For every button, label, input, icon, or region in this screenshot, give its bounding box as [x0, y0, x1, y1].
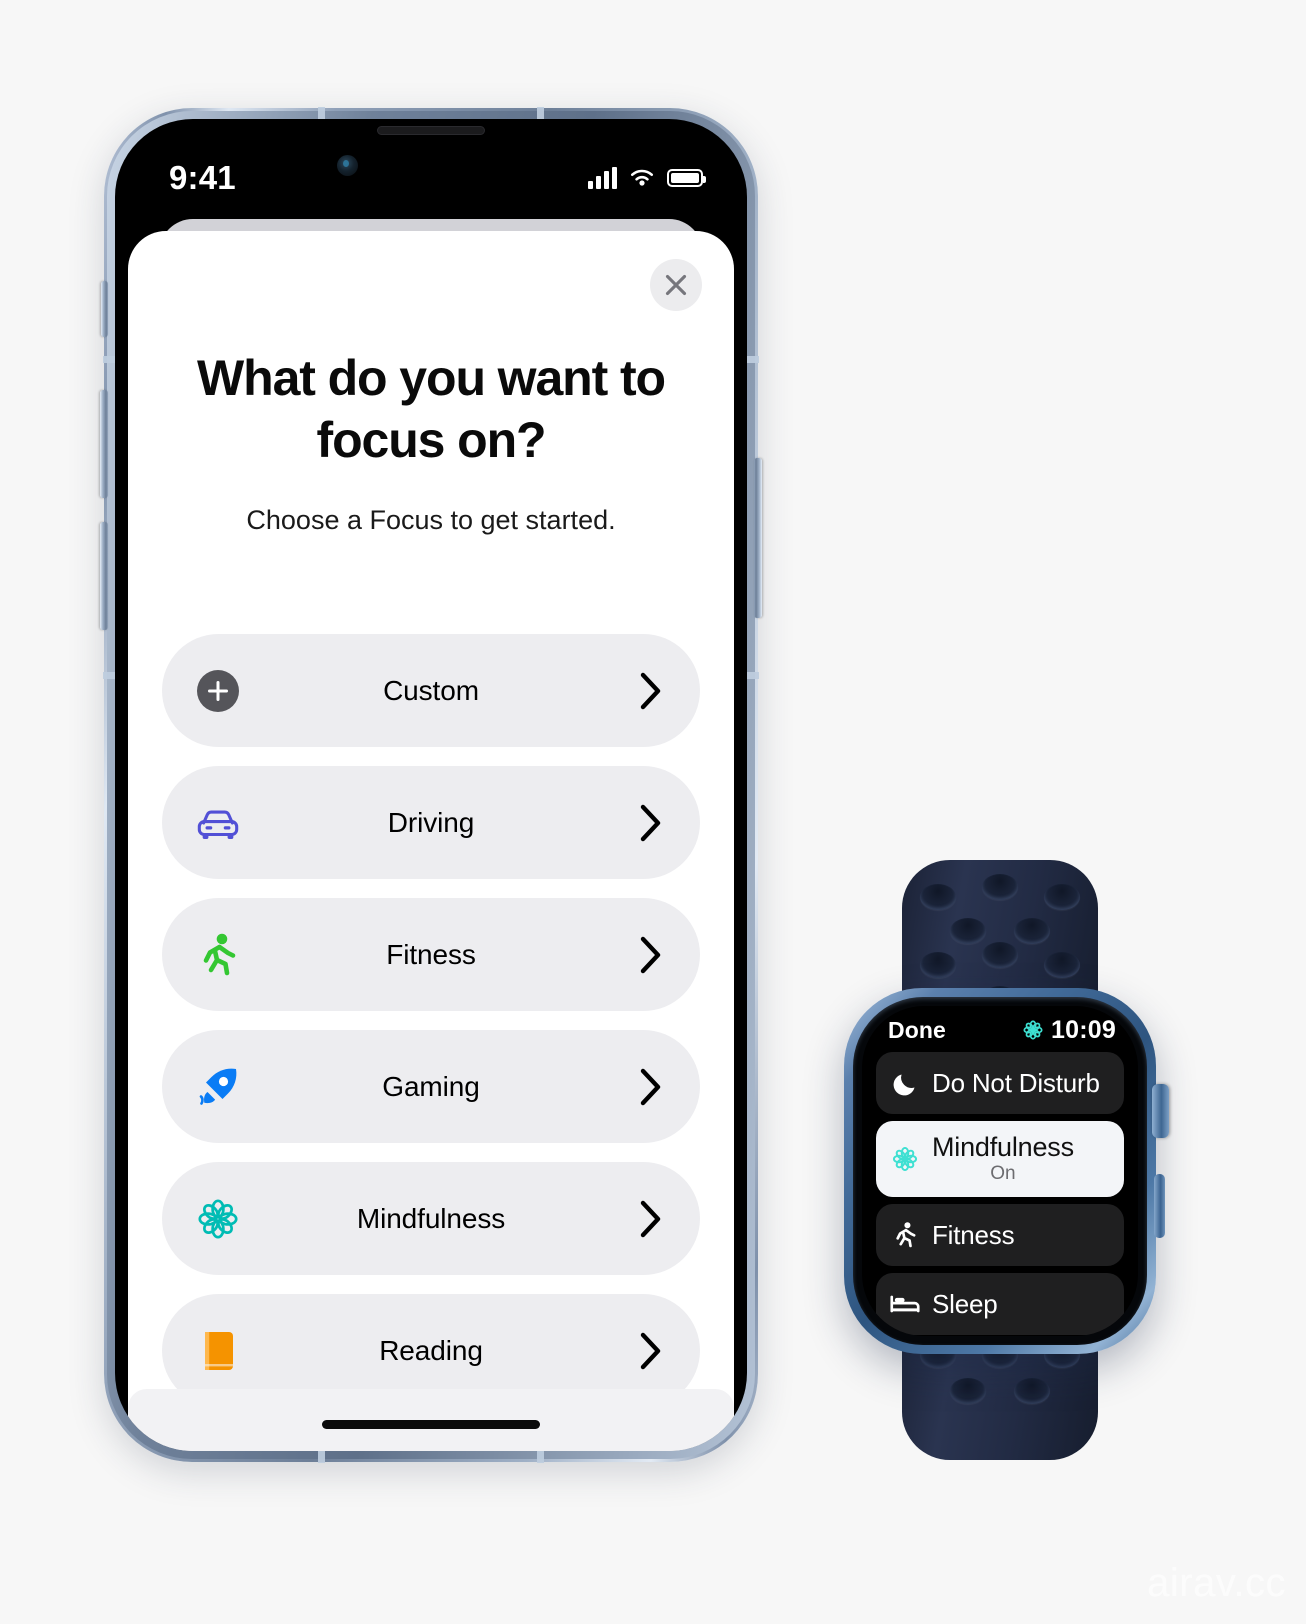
bed-icon — [890, 1289, 920, 1319]
page-subtitle: Choose a Focus to get started. — [246, 505, 616, 535]
watch-time-group: 10:09 — [1022, 1016, 1116, 1045]
watch-row-label: Do Not Disturb — [932, 1067, 1100, 1098]
antenna-line — [537, 1450, 544, 1463]
watch-row-label: Fitness — [932, 1219, 1015, 1250]
earpiece-speaker-icon — [377, 126, 485, 135]
antenna-line — [318, 1450, 325, 1463]
volume-down-button[interactable] — [100, 522, 108, 630]
site-watermark: airav.cc — [1147, 1561, 1286, 1605]
watch-bezel: Done 10:09 Do Not Disturb Mindfulness On… — [853, 997, 1147, 1345]
focus-option-mindfulness[interactable]: Mindfulness — [162, 1162, 700, 1276]
antenna-line — [746, 672, 759, 679]
focus-option-label: Reading — [379, 1334, 483, 1366]
chevron-right-icon — [640, 804, 662, 842]
focus-option-custom[interactable]: Custom — [162, 634, 700, 748]
watch-row-text: Mindfulness On — [932, 1131, 1074, 1186]
watch-row-status: On — [990, 1162, 1016, 1184]
watch-focus-sleep[interactable]: Sleep — [876, 1273, 1124, 1335]
watch-row-text: Do Not Disturb — [932, 1069, 1100, 1097]
running-figure-icon — [195, 932, 241, 978]
focus-option-label: Driving — [387, 806, 475, 838]
volume-up-button[interactable] — [100, 390, 108, 498]
book-icon — [195, 1328, 241, 1374]
watch-side-button[interactable] — [1154, 1174, 1165, 1238]
chevron-right-icon — [640, 1068, 662, 1106]
iphone-screen: 9:41 What do you want to focus on? Choos… — [115, 119, 747, 1451]
watch-row-text: Fitness — [932, 1219, 1015, 1250]
watch-screen: Done 10:09 Do Not Disturb Mindfulness On… — [862, 1006, 1138, 1336]
wifi-icon — [631, 169, 653, 186]
done-button[interactable]: Done — [888, 1017, 946, 1044]
focus-option-driving[interactable]: Driving — [162, 766, 700, 880]
focus-option-label: Mindfulness — [356, 1202, 506, 1234]
chevron-right-icon — [640, 936, 662, 974]
iphone-device: 9:41 What do you want to focus on? Choos… — [100, 107, 762, 1463]
home-indicator-area — [128, 1389, 734, 1451]
cellular-bars-icon — [588, 167, 617, 189]
silence-switch[interactable] — [101, 281, 108, 337]
focus-option-fitness[interactable]: Fitness — [162, 898, 700, 1012]
watch-focus-mindfulness[interactable]: Mindfulness On — [876, 1121, 1124, 1197]
focus-option-label: Gaming — [382, 1070, 480, 1102]
close-button[interactable] — [650, 259, 702, 311]
focus-option-gaming[interactable]: Gaming — [162, 1030, 700, 1144]
notch — [313, 119, 549, 152]
power-button[interactable] — [754, 458, 762, 618]
watch-row-label: Mindfulness — [932, 1131, 1074, 1162]
moon-icon — [890, 1068, 920, 1098]
watch-row-label: Sleep — [932, 1288, 998, 1319]
page-title: What do you want to focus on? — [197, 350, 666, 468]
flower-icon — [195, 1196, 241, 1242]
front-camera-icon — [337, 155, 358, 176]
watch-focus-list: Do Not Disturb Mindfulness On Fitness Sl… — [862, 1048, 1138, 1335]
watch-focus-fitness[interactable]: Fitness — [876, 1204, 1124, 1266]
watch-case: Done 10:09 Do Not Disturb Mindfulness On… — [844, 988, 1169, 1354]
status-time: 9:41 — [169, 159, 236, 196]
running-figure-icon — [890, 1220, 920, 1250]
mindfulness-flower-icon — [1023, 1020, 1043, 1040]
status-icons — [588, 167, 706, 189]
close-x-icon — [665, 274, 687, 296]
battery-full-icon — [667, 169, 706, 187]
flower-icon — [890, 1144, 920, 1174]
digital-crown[interactable] — [1152, 1084, 1169, 1138]
home-indicator[interactable] — [322, 1420, 540, 1429]
watch-focus-do-not-disturb[interactable]: Do Not Disturb — [876, 1052, 1124, 1114]
chevron-right-icon — [640, 1332, 662, 1370]
chevron-right-icon — [640, 672, 662, 710]
antenna-line — [746, 356, 759, 363]
watch-status-bar: Done 10:09 — [862, 1006, 1138, 1048]
car-icon — [195, 800, 241, 846]
focus-option-label: Fitness — [386, 938, 476, 970]
watch-time: 10:09 — [1051, 1015, 1116, 1044]
focus-options-list: Custom Driving Fitness Gaming Mindfulnes… — [128, 634, 734, 1451]
screenshot-canvas: 9:41 What do you want to focus on? Choos… — [0, 0, 1306, 1624]
chevron-right-icon — [640, 1200, 662, 1238]
focus-setup-sheet: What do you want to focus on? Choose a F… — [128, 231, 734, 1451]
plus-circle-icon — [195, 668, 241, 714]
apple-watch-device: Done 10:09 Do Not Disturb Mindfulness On… — [820, 860, 1180, 1460]
watch-row-text: Sleep — [932, 1290, 998, 1318]
rocket-icon — [195, 1064, 241, 1110]
focus-option-label: Custom — [383, 674, 479, 706]
